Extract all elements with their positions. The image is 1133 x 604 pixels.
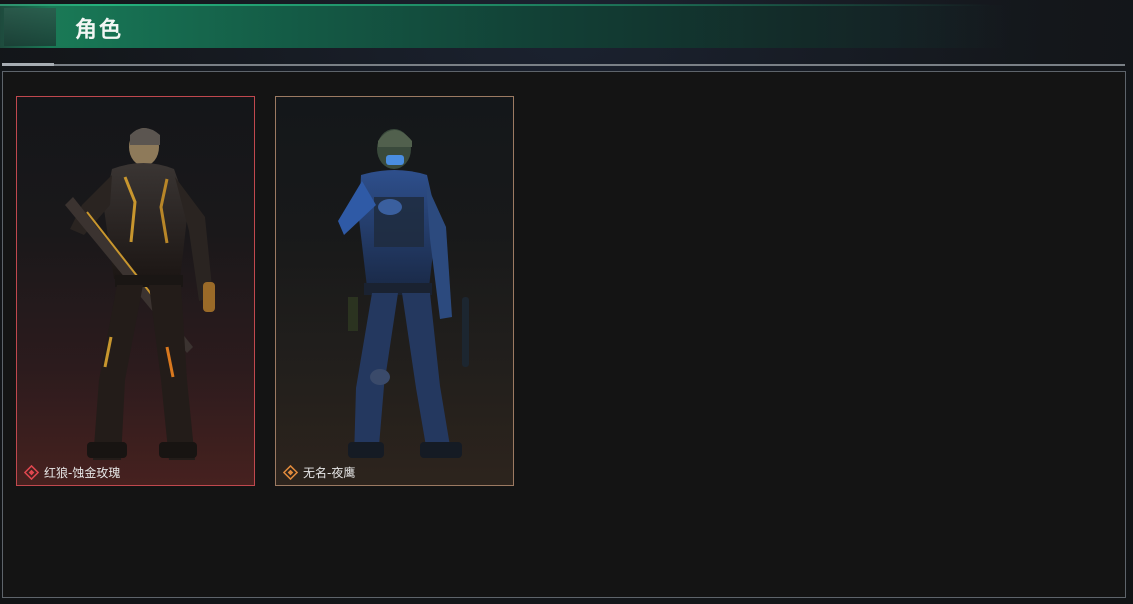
- character-portrait-nameless: [338, 129, 469, 458]
- character-page: 角色 红狼-蚀金玫瑰 无名-夜鹰: [0, 0, 1133, 604]
- diamond-rarity-icon: [24, 464, 39, 480]
- header-notch: [4, 8, 56, 46]
- character-card-red-wolf[interactable]: 红狼-蚀金玫瑰: [16, 96, 255, 486]
- diamond-rarity-icon: [283, 464, 298, 480]
- character-portrait-red-wolf: [65, 128, 215, 460]
- character-card-nameless[interactable]: 无名-夜鹰: [275, 96, 514, 486]
- page-title: 角色: [75, 18, 124, 43]
- character-name: 红狼-蚀金玫瑰: [44, 465, 121, 480]
- character-card-footer: 红狼-蚀金玫瑰: [24, 463, 120, 481]
- character-card-footer: 无名-夜鹰: [283, 463, 355, 481]
- header-accent-line: [0, 4, 990, 6]
- header-divider: [54, 64, 1125, 66]
- tab-indicator: [2, 63, 54, 66]
- character-name: 无名-夜鹰: [303, 465, 356, 480]
- header-banner: [0, 5, 1010, 48]
- header: 角色: [0, 0, 1133, 66]
